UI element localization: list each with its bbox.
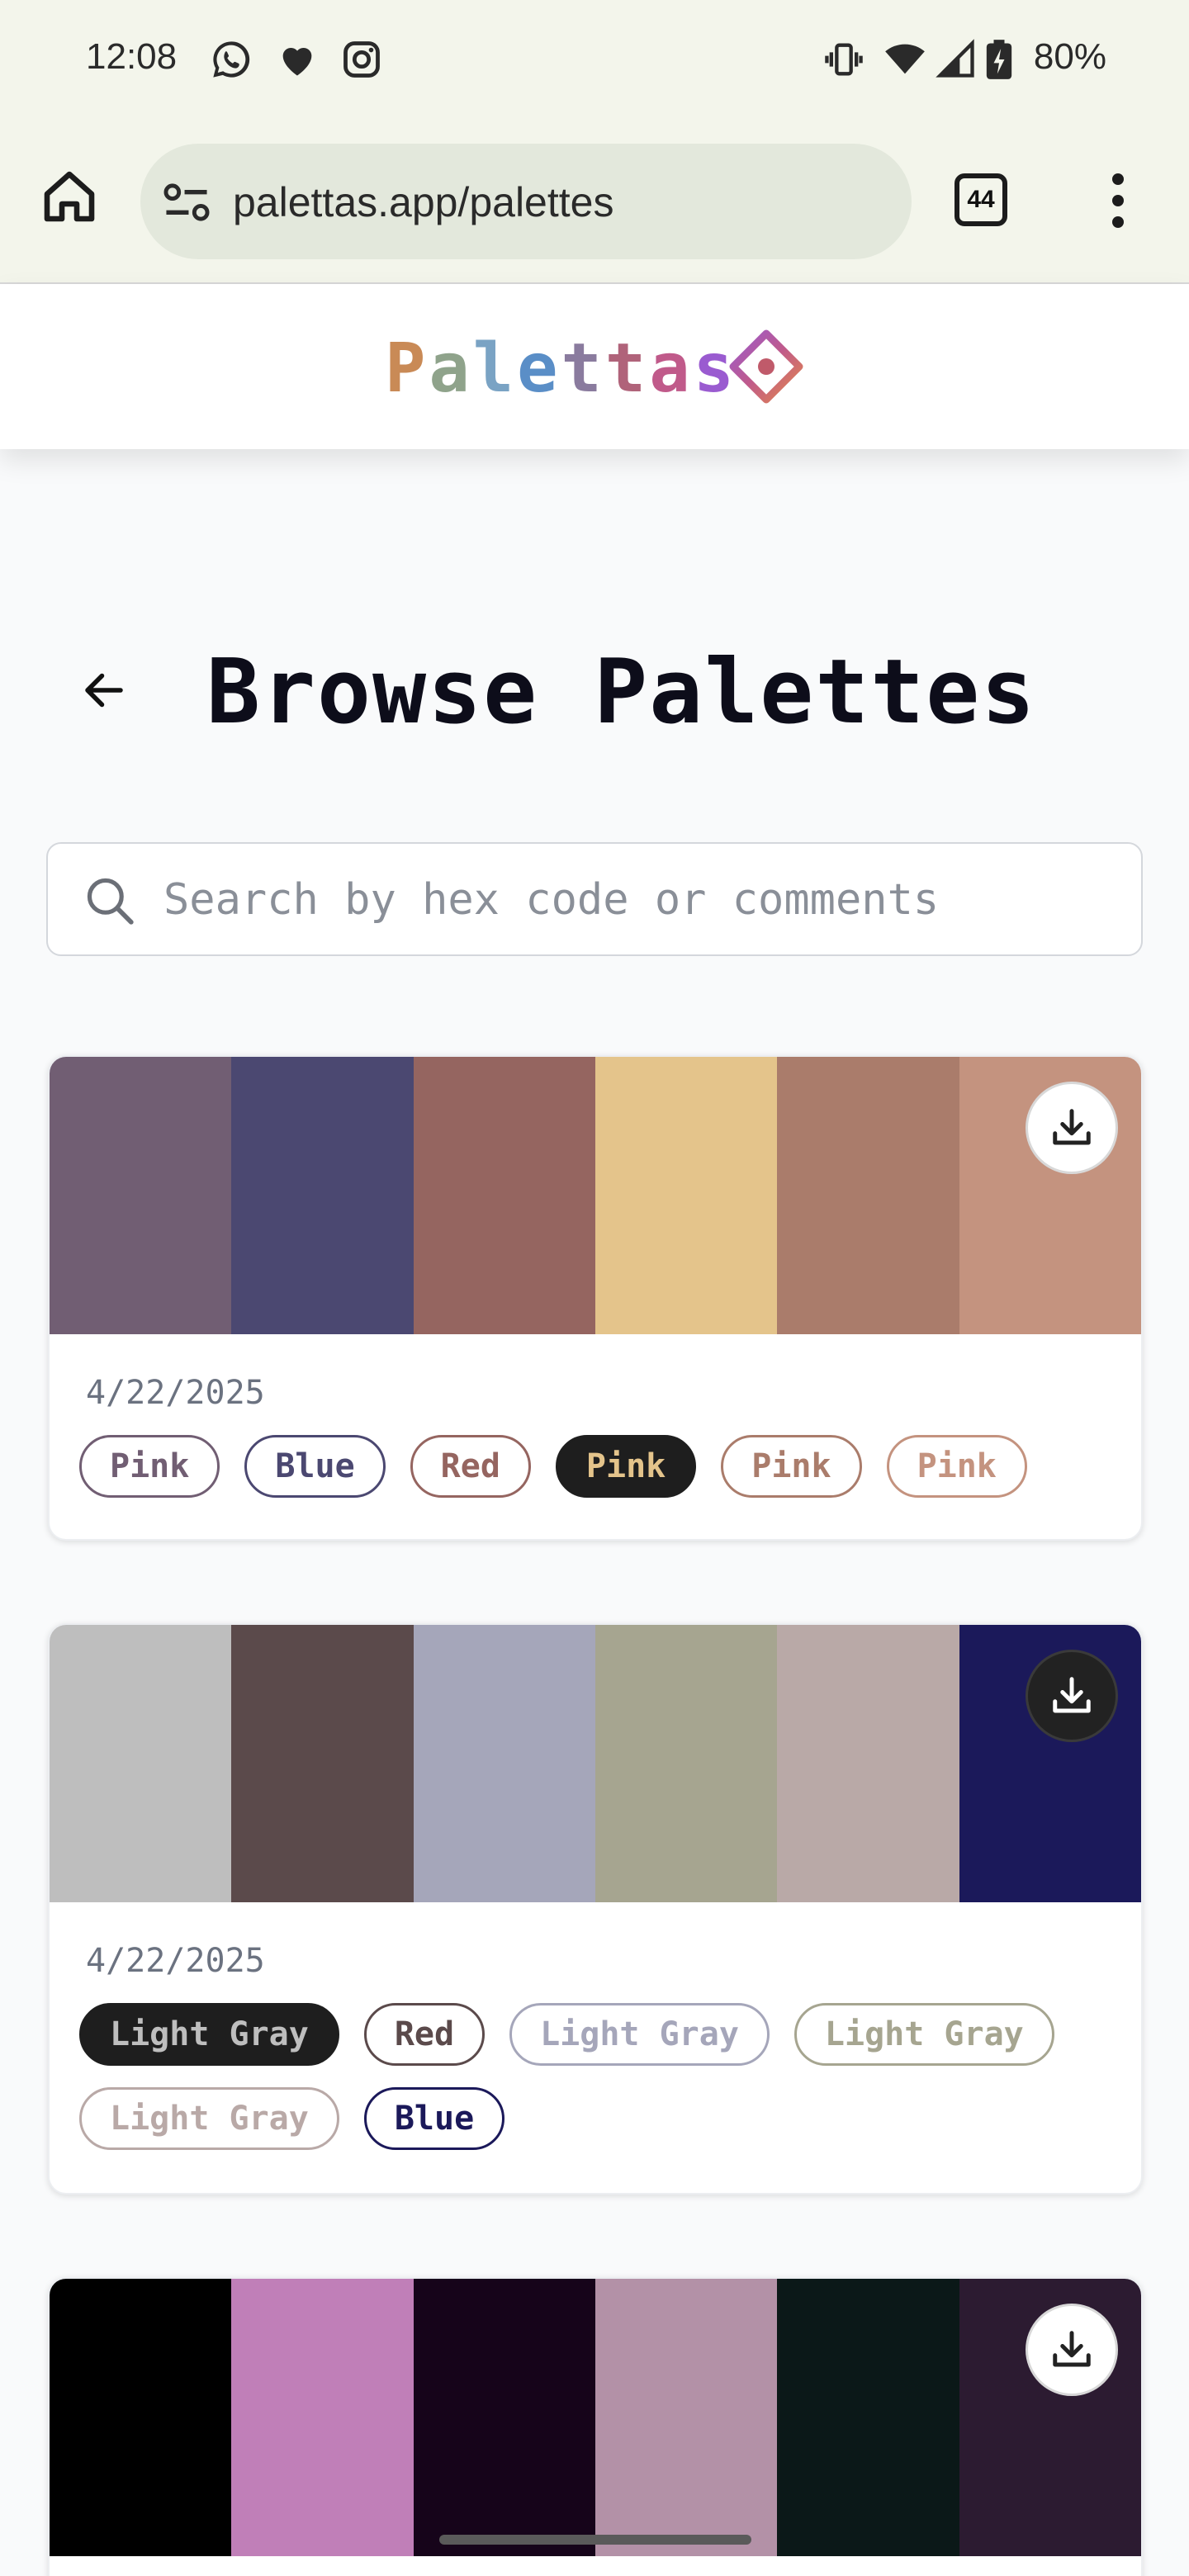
logo-letter: e (517, 329, 561, 408)
palette-card-body: 4/22/2025 Pink Blue Red Pink Pink Pink (50, 1334, 1141, 1531)
color-tag[interactable]: Light Gray (79, 2003, 339, 2066)
instagram-icon (343, 41, 380, 78)
logo-letter: t (604, 329, 650, 408)
url-text[interactable]: palettas.app/palettes (233, 178, 613, 226)
color-tag[interactable]: Pink (886, 1435, 1027, 1498)
search-icon (87, 878, 134, 925)
logo-letter: l (472, 329, 518, 408)
color-tag[interactable]: Blue (244, 1435, 386, 1498)
color-tags: Light Gray Red Light Gray Light Gray Light G… (79, 2003, 1108, 2150)
page-title: Browse Palettes (206, 641, 1037, 744)
palette-swatches (50, 1057, 1141, 1334)
logo-letter: a (429, 329, 473, 408)
status-bar: 12:08 80% (0, 0, 1189, 116)
vibrate-icon (825, 43, 863, 76)
download-button[interactable] (1026, 2304, 1118, 2396)
logo-letter: t (561, 329, 605, 408)
palette-card[interactable] (48, 2277, 1143, 2576)
color-swatch[interactable] (50, 1625, 232, 1902)
color-swatch[interactable] (594, 1625, 778, 1902)
palette-card[interactable]: 4/22/2025 Light Gray Red Light Gray Light Gr… (48, 1623, 1143, 2195)
site-settings-icon[interactable] (162, 180, 211, 225)
color-tag[interactable]: Light Gray (509, 2003, 770, 2066)
download-icon (1053, 1109, 1091, 1145)
color-swatch[interactable] (413, 2279, 595, 2556)
search-input[interactable] (163, 860, 1121, 940)
app-header: Palettas (0, 284, 1189, 449)
color-swatch[interactable] (50, 2279, 232, 2556)
color-swatch[interactable] (413, 1625, 595, 1902)
download-button[interactable] (1026, 1650, 1118, 1742)
home-icon[interactable] (40, 167, 99, 226)
color-tag[interactable]: Pink (721, 1435, 862, 1498)
status-time: 12:08 (86, 36, 178, 77)
color-tags: Pink Blue Red Pink Pink Pink (79, 1435, 1108, 1498)
more-menu-icon[interactable] (1100, 173, 1136, 236)
color-tag[interactable]: Red (410, 1435, 531, 1498)
color-swatch[interactable] (413, 1057, 595, 1334)
color-tag[interactable]: Light Gray (79, 2087, 339, 2150)
back-arrow-icon[interactable] (79, 665, 129, 715)
search-box[interactable] (46, 842, 1143, 956)
color-swatch[interactable] (777, 2279, 959, 2556)
app-logo[interactable]: Palettas (385, 327, 737, 410)
heart-icon (282, 47, 312, 76)
logo-letter: P (385, 329, 429, 408)
palette-swatches (50, 1625, 1141, 1902)
color-tag[interactable]: Blue (363, 2087, 505, 2150)
color-swatch[interactable] (231, 2279, 414, 2556)
gesture-bar[interactable] (439, 2535, 751, 2545)
signal-icon (936, 39, 974, 78)
palette-date: 4/22/2025 (86, 1942, 265, 1980)
color-swatch[interactable] (777, 1057, 959, 1334)
logo-diamond-icon (729, 329, 803, 404)
logo-letter: a (649, 329, 694, 408)
color-swatch[interactable] (777, 1625, 959, 1902)
color-swatch[interactable] (231, 1625, 414, 1902)
palette-swatches (50, 2279, 1141, 2556)
download-button[interactable] (1026, 1082, 1118, 1174)
color-tag[interactable]: Light Gray (793, 2003, 1054, 2066)
wifi-icon (885, 44, 925, 74)
browser-toolbar: palettas.app/palettes 44 (0, 116, 1189, 284)
download-icon (1053, 1677, 1091, 1713)
color-swatch[interactable] (50, 1057, 232, 1334)
color-swatch[interactable] (231, 1057, 414, 1334)
color-swatch[interactable] (594, 2279, 778, 2556)
color-tag[interactable]: Red (363, 2003, 486, 2066)
color-tag[interactable]: Pink (555, 1435, 697, 1498)
color-swatch[interactable] (594, 1057, 778, 1334)
color-tag[interactable]: Pink (79, 1435, 220, 1498)
whatsapp-icon (213, 41, 250, 78)
address-bar[interactable]: palettas.app/palettes (140, 144, 912, 259)
palette-date: 4/22/2025 (86, 1374, 265, 1412)
battery-icon (986, 40, 1012, 79)
palette-card-body: 4/22/2025 Light Gray Red Light Gray Light Gr… (50, 1902, 1141, 2183)
download-icon (1053, 2331, 1091, 2367)
palette-card[interactable]: 4/22/2025 Pink Blue Red Pink Pink Pink (48, 1055, 1143, 1541)
tab-switcher-button[interactable]: 44 (955, 173, 1007, 226)
battery-percent: 80% (1033, 36, 1106, 77)
